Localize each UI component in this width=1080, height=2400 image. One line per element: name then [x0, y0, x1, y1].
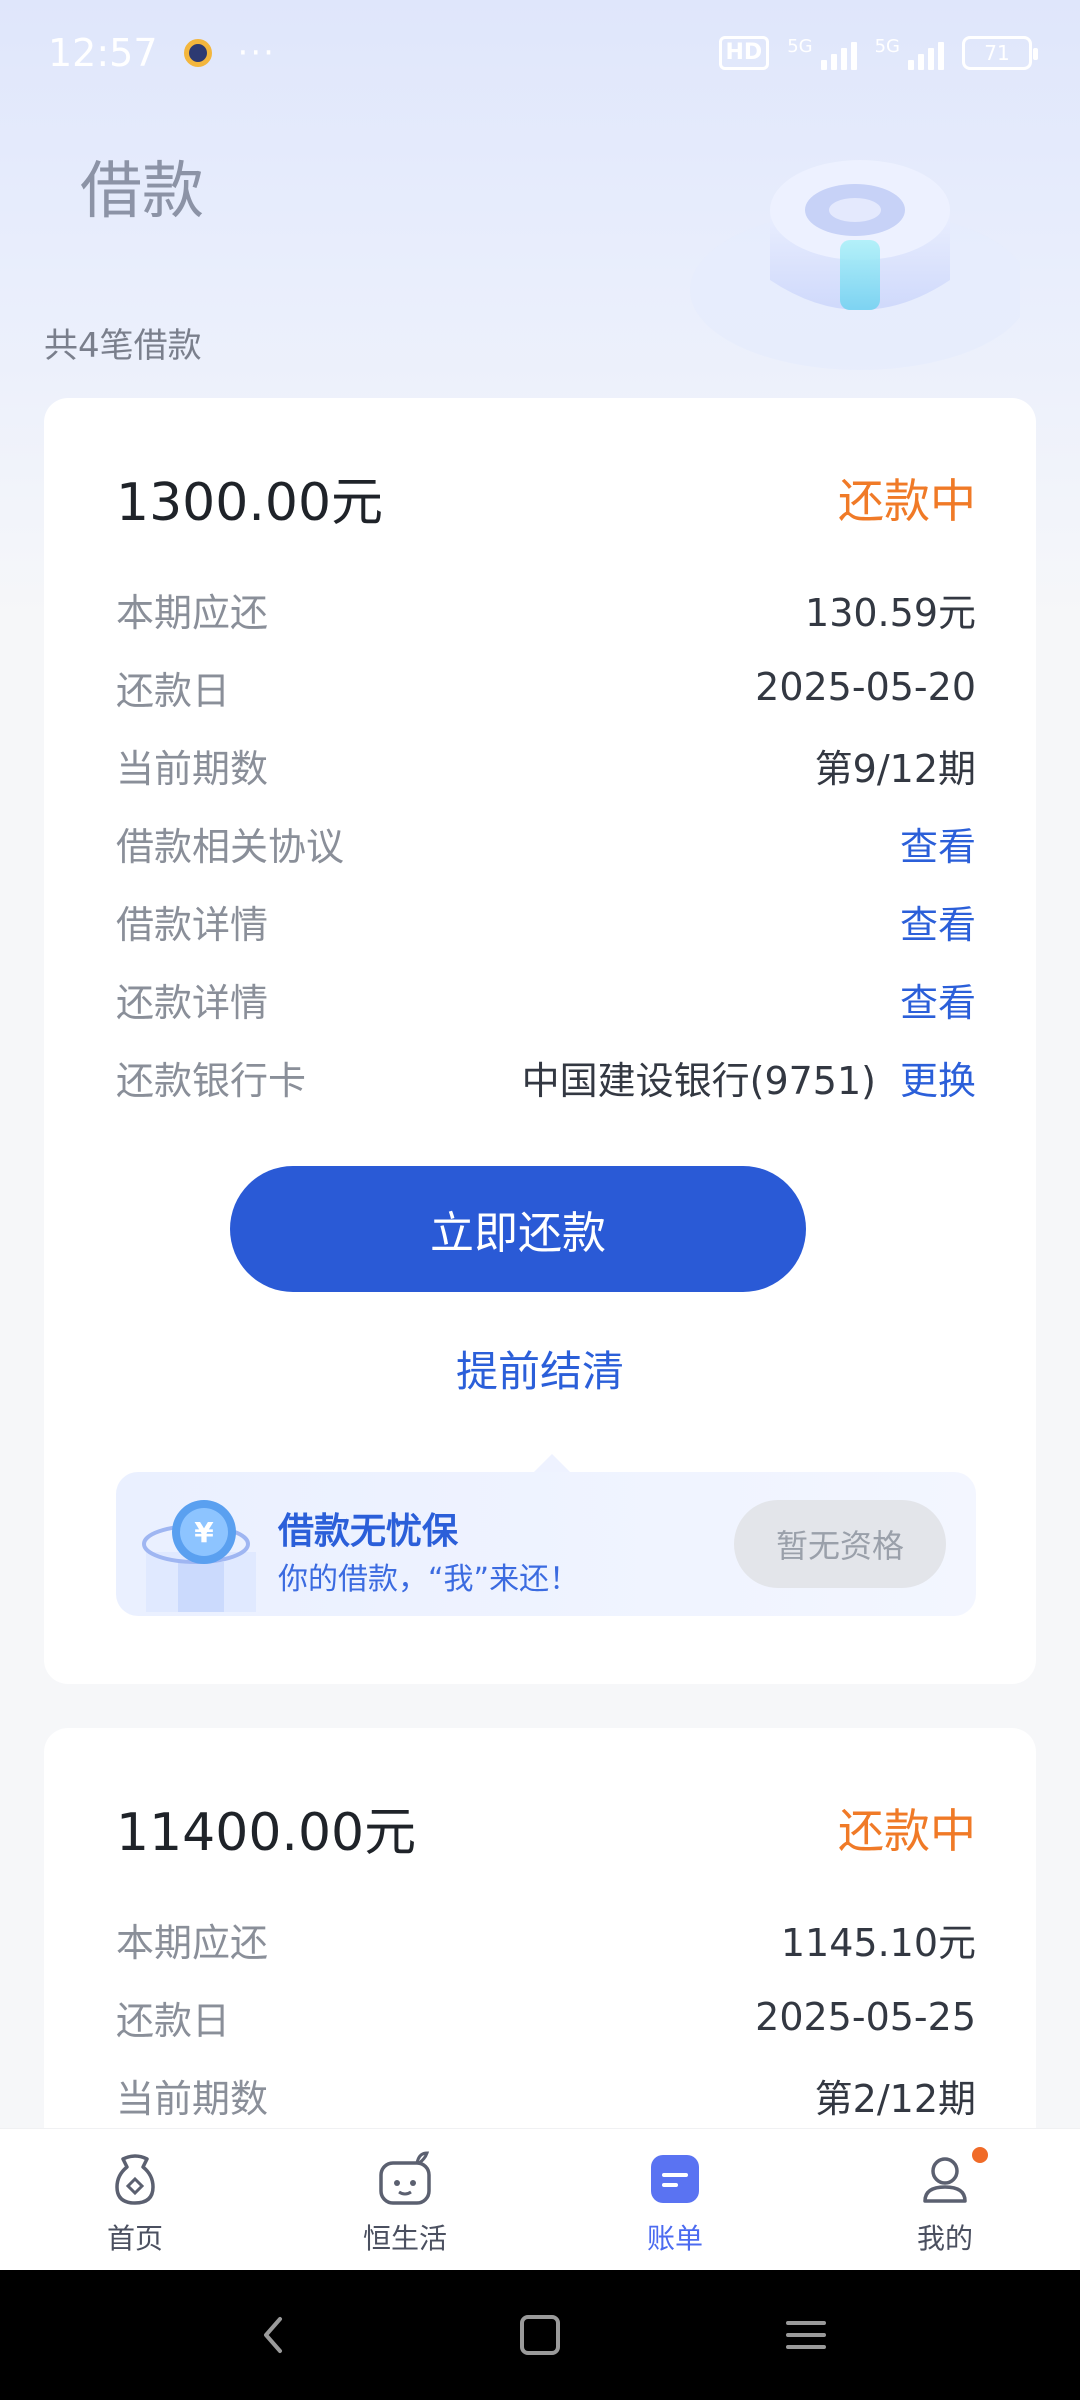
view-repay-detail-link[interactable]: 查看: [900, 972, 976, 1027]
view-loan-detail-link[interactable]: 查看: [900, 894, 976, 949]
due-date-row: 还款日 2025-05-25: [116, 1978, 976, 2056]
current-due-value: 130.59元: [805, 590, 976, 635]
notification-dot: [972, 2147, 988, 2163]
due-date-value: 2025-05-25: [755, 1995, 976, 2039]
nav-home[interactable]: 首页: [0, 2129, 270, 2270]
term-row: 当前期数 第2/12期: [116, 2056, 976, 2134]
due-date-row: 还款日 2025-05-20: [116, 648, 976, 726]
repay-detail-row: 还款详情 查看: [116, 960, 976, 1038]
system-navigation-bar: [0, 2270, 1080, 2400]
ineligible-button[interactable]: 暂无资格: [734, 1500, 946, 1588]
loan-status: 还款中: [838, 473, 976, 528]
term-label: 当前期数: [116, 2076, 269, 2121]
home-square-icon[interactable]: [512, 2307, 568, 2363]
status-time: 12:57: [48, 31, 158, 75]
loan-card-header: 1300.00元 还款中: [116, 460, 976, 535]
current-due-row: 本期应还 1145.10元: [116, 1900, 976, 1978]
current-due-row: 本期应还 130.59元: [116, 570, 976, 648]
loan-amount: 1300.00元: [116, 473, 384, 533]
more-notifications-icon: ···: [237, 33, 276, 73]
bank-card-value: 中国建设银行(9751): [521, 1058, 876, 1103]
nav-mine[interactable]: 我的: [810, 2129, 1080, 2270]
menu-icon[interactable]: [778, 2307, 834, 2363]
app-notification-icon: [183, 39, 212, 67]
loan-card-header: 11400.00元 还款中: [116, 1790, 976, 1865]
signal-icon: 5G: [875, 36, 944, 70]
early-settle-link[interactable]: 提前结清: [44, 1338, 1036, 1399]
loan-count: 共4笔借款: [44, 326, 202, 366]
nav-bills-label: 账单: [646, 2222, 703, 2255]
bank-card-group: 中国建设银行(9751) 更换: [522, 1050, 976, 1105]
nav-life[interactable]: 恒生活: [270, 2129, 540, 2270]
nav-mine-label: 我的: [916, 2222, 973, 2255]
battery-icon: 71: [962, 36, 1038, 70]
loan-detail-label: 借款详情: [116, 902, 269, 947]
network-type-label: 5G: [874, 36, 900, 57]
agreement-row: 借款相关协议 查看: [116, 804, 976, 882]
status-bar: 12:57 ··· HD 5G 5G 71: [0, 0, 1080, 106]
loan-detail-row: 借款详情 查看: [116, 882, 976, 960]
agreement-label: 借款相关协议: [116, 824, 345, 869]
decorative-ring-illustration: [690, 160, 1020, 370]
current-due-label: 本期应还: [116, 590, 269, 635]
user-icon: [923, 2157, 967, 2203]
loan-amount: 11400.00元: [116, 1803, 417, 1863]
due-date-label: 还款日: [116, 668, 231, 713]
svg-text:¥: ¥: [194, 1516, 214, 1549]
loan-details: 本期应还 1145.10元 还款日 2025-05-25 当前期数 第2/12期: [116, 1900, 976, 2134]
loan-details: 本期应还 130.59元 还款日 2025-05-20 当前期数 第9/12期 …: [116, 570, 976, 1116]
money-bag-icon: [115, 2154, 155, 2205]
nav-bills[interactable]: 账单: [540, 2129, 810, 2270]
bank-card-label: 还款银行卡: [116, 1058, 307, 1103]
current-due-label: 本期应还: [116, 1920, 269, 1965]
term-value: 第9/12期: [814, 746, 976, 791]
loan-insurance-banner[interactable]: ¥ 借款无忧保 你的借款，“我”来还！ 暂无资格: [116, 1454, 976, 1616]
term-label: 当前期数: [116, 746, 269, 791]
promo-title: 借款无忧保: [278, 1511, 459, 1552]
view-agreement-link[interactable]: 查看: [900, 816, 976, 871]
loan-card: 1300.00元 还款中 本期应还 130.59元 还款日 2025-05-20…: [44, 398, 1036, 1684]
loan-status: 还款中: [838, 1803, 976, 1858]
nav-home-label: 首页: [106, 2222, 163, 2255]
page: 12:57 ··· HD 5G 5G 71 借款 共4笔借款 1300.00元 …: [0, 0, 1080, 2400]
back-icon[interactable]: [246, 2307, 302, 2363]
term-row: 当前期数 第9/12期: [116, 726, 976, 804]
network-type-label: 5G: [787, 36, 813, 57]
bill-icon: [651, 2155, 699, 2203]
signal-icon: 5G: [787, 36, 857, 70]
page-title: 借款: [80, 154, 205, 227]
change-bank-card-link[interactable]: 更换: [900, 1050, 976, 1105]
due-date-value: 2025-05-20: [755, 665, 976, 709]
current-due-value: 1145.10元: [780, 1920, 976, 1965]
term-value: 第2/12期: [814, 2076, 976, 2121]
bank-card-row: 还款银行卡 中国建设银行(9751) 更换: [116, 1038, 976, 1116]
due-date-label: 还款日: [116, 1998, 231, 2043]
repay-now-button[interactable]: 立即还款: [230, 1166, 806, 1292]
promo-subtitle: 你的借款，“我”来还！: [278, 1562, 580, 1597]
hd-voice-icon: HD: [718, 36, 770, 70]
bottom-navigation: 首页 恒生活 账单 我的: [0, 2128, 1080, 2270]
repay-detail-label: 还款详情: [116, 980, 269, 1025]
coin-shield-icon: ¥: [142, 1500, 256, 1612]
nav-life-label: 恒生活: [362, 2222, 447, 2255]
smiley-box-icon: [379, 2151, 431, 2205]
